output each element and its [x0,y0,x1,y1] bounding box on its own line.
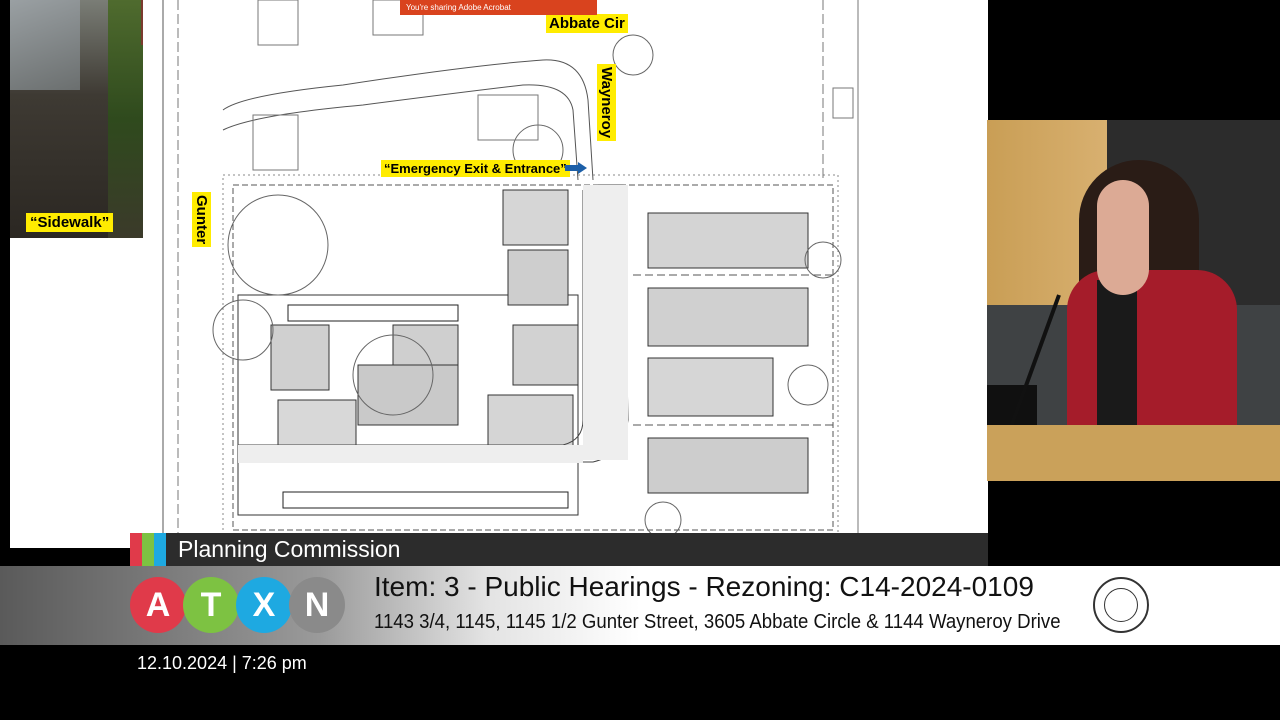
broadcast-timestamp: 12.10.2024 | 7:26 pm [137,653,307,673]
wayneroy-label: Wayneroy [597,64,616,142]
atxn-logo-x: X [236,577,292,633]
photo-road [10,0,80,90]
emergency-exit-label: “Emergency Exit & Entrance” [381,160,570,177]
atxn-logo-t: T [183,577,239,633]
speaker-face [1097,180,1149,295]
atxn-logo-n: N [289,577,345,633]
agenda-item-title: Item: 3 - Public Hearings - Rezoning: C1… [374,571,1034,602]
sidewalk-label: “Sidewalk” [26,213,114,232]
site-plan-svg [143,0,988,548]
brand-stripe-green [142,533,154,566]
speaker-camera-feed [987,120,1280,481]
brand-stripe-blue [154,533,166,566]
program-title-bar: Planning Commission [130,533,988,566]
speaker-body [1067,270,1237,440]
agenda-item-address: 1143 3/4, 1145, 1145 1/2 Gunter Street, … [374,611,1061,633]
screen-sharing-bar[interactable]: You're sharing Adobe Acrobat [400,0,597,15]
site-plan-drawing [143,0,988,548]
program-title: Planning Commission [178,536,401,562]
abbate-cir-label: Abbate Cir [546,14,628,33]
city-seal-inner [1104,588,1138,622]
arrow-right-icon [565,162,587,174]
brand-stripe-red [130,533,142,566]
speaker-shirt [1097,280,1137,440]
sidewalk-photo [10,0,163,238]
podium [987,425,1280,481]
sharing-status-text: You're sharing Adobe Acrobat [406,3,511,12]
blank-strip [10,238,143,548]
gunter-label: Gunter [192,192,211,248]
atxn-logo-a: A [130,577,186,633]
